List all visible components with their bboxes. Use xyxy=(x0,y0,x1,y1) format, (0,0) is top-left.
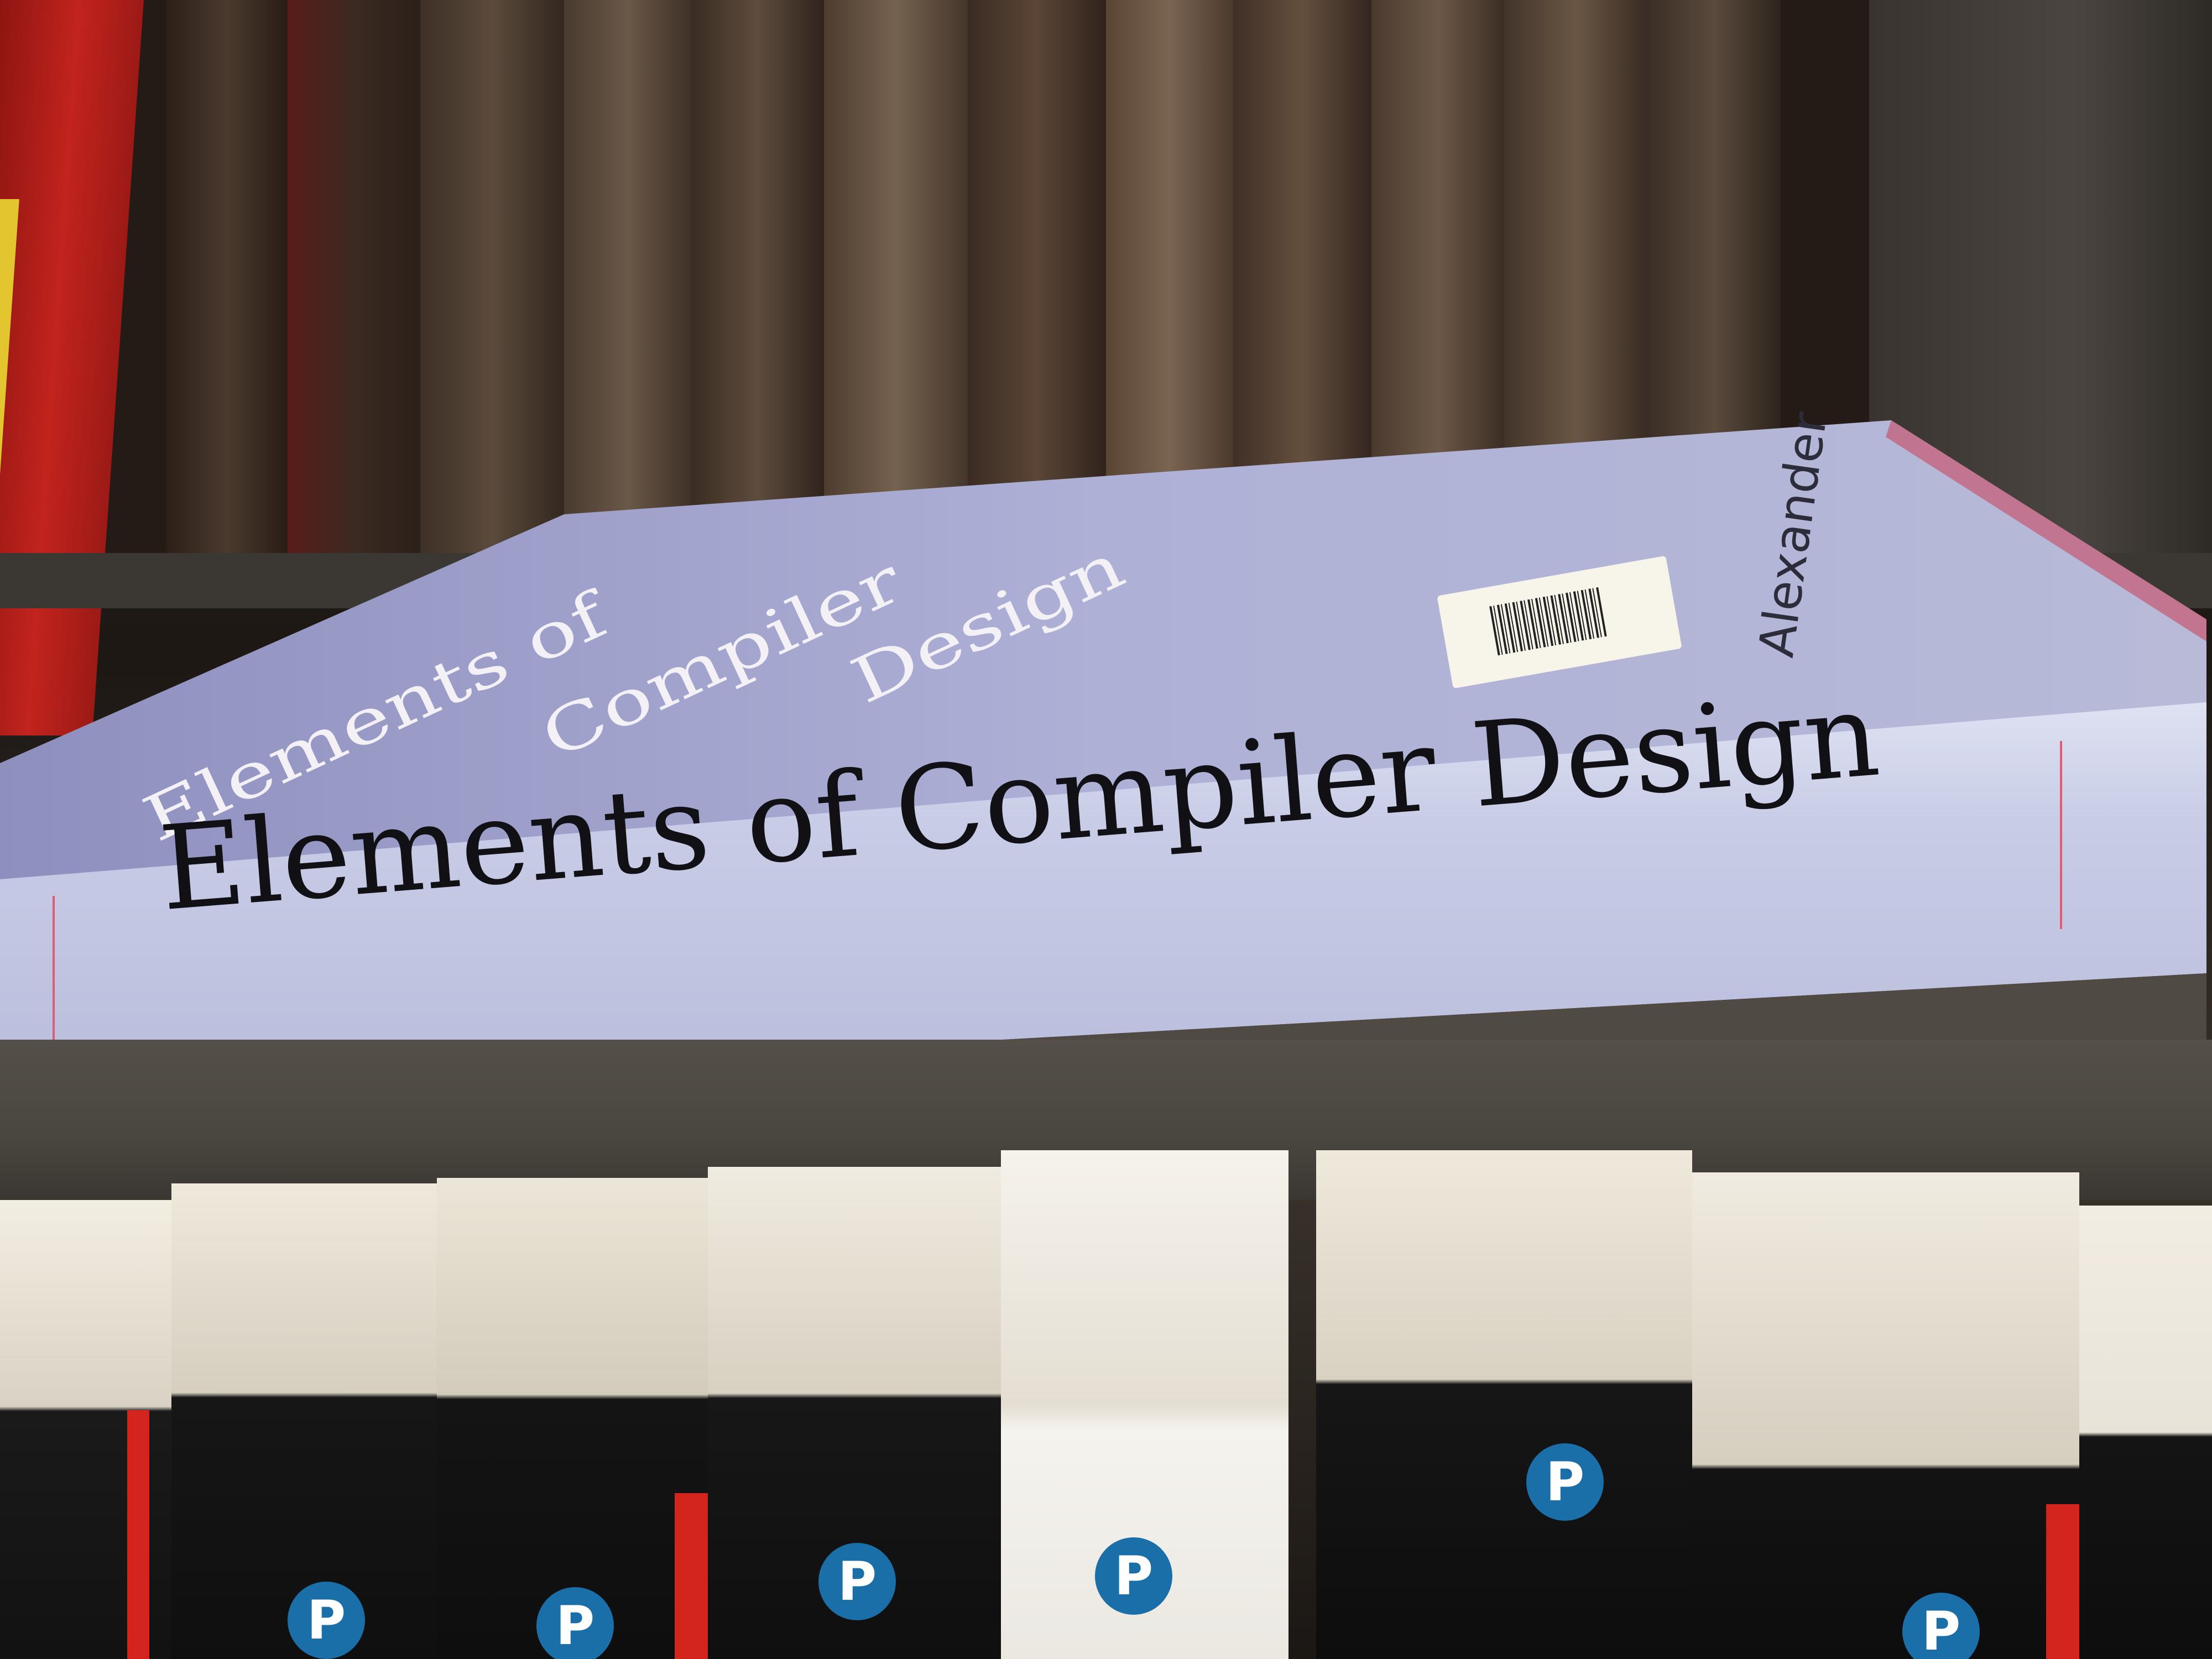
pearson-logo-icon: P xyxy=(1526,1443,1604,1521)
pearson-book: P xyxy=(1316,1150,1692,1659)
pearson-book: P xyxy=(437,1178,708,1659)
barcode xyxy=(1489,587,1607,656)
pearson-book xyxy=(2079,1206,2212,1659)
spine-rule-right xyxy=(2060,741,2062,929)
pearson-book: P xyxy=(1692,1172,2079,1659)
pearson-logo-icon: P xyxy=(288,1582,365,1659)
pearson-logo-icon: P xyxy=(1902,1593,1980,1659)
pearson-logo-icon: P xyxy=(536,1587,614,1659)
pearson-book: P xyxy=(708,1167,1001,1659)
pearson-logo-icon: P xyxy=(1095,1537,1172,1615)
spine-rule-left xyxy=(53,896,55,1062)
pearson-logo-icon: P xyxy=(818,1543,896,1620)
pearson-book xyxy=(0,1200,171,1659)
pearson-book: P xyxy=(1001,1150,1288,1659)
photo-scene: Elements of Compiler Design Alexander El… xyxy=(0,0,2212,1659)
pearson-book: P xyxy=(171,1183,437,1659)
